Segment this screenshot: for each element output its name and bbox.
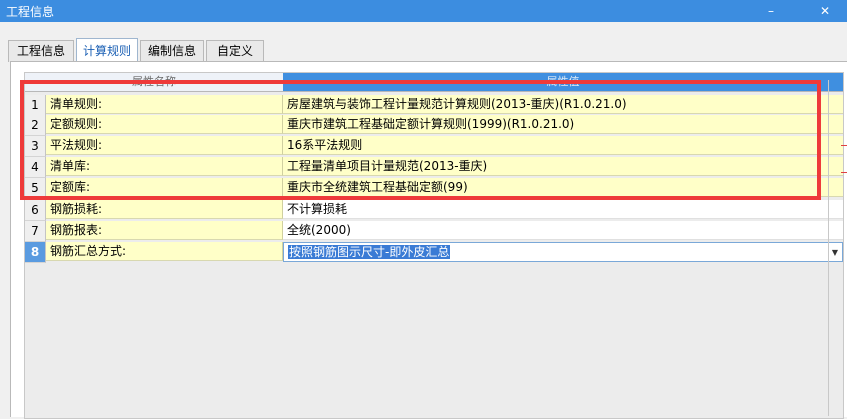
row-number: 5 xyxy=(25,178,46,199)
close-button[interactable]: ✕ xyxy=(816,2,834,20)
header-value[interactable]: 属性值 xyxy=(283,73,843,92)
property-value[interactable]: 重庆市建筑工程基础定额计算规则(1999)(R1.0.21.0) xyxy=(283,115,843,134)
row-number: 2 xyxy=(25,115,46,136)
tab-custom[interactable]: 自定义 xyxy=(206,40,264,62)
table-row[interactable]: 7 钢筋报表: 全统(2000) xyxy=(25,221,843,242)
row-number: 1 xyxy=(25,95,46,116)
table-row[interactable]: 1 清单规则: 房屋建筑与装饰工程计量规范计算规则(2013-重庆)(R1.0.… xyxy=(25,95,843,116)
rebar-summary-select[interactable]: 按照钢筋图示尺寸-即外皮汇总 ▼ xyxy=(283,242,843,262)
tab-calc-rules[interactable]: 计算规则 xyxy=(76,38,138,62)
grid-scroll-edge xyxy=(828,80,829,416)
property-name: 钢筋报表: xyxy=(46,221,283,240)
edge-marker xyxy=(841,145,847,146)
property-name: 定额库: xyxy=(46,178,283,197)
window-titlebar: 工程信息 – ✕ xyxy=(0,0,847,22)
table-row[interactable]: 6 钢筋损耗: 不计算损耗 xyxy=(25,200,843,221)
property-value[interactable]: 重庆市全统建筑工程基础定额(99) xyxy=(283,178,843,197)
property-name: 清单库: xyxy=(46,157,283,176)
row-number: 4 xyxy=(25,157,46,178)
property-value[interactable]: 工程量清单项目计量规范(2013-重庆) xyxy=(283,157,843,176)
window-title: 工程信息 xyxy=(6,5,55,19)
row-number: 7 xyxy=(25,221,46,242)
property-value[interactable]: 不计算损耗 xyxy=(283,200,843,219)
property-name: 清单规则: xyxy=(46,95,283,114)
property-grid: 属性名称 属性值 1 清单规则: 房屋建筑与装饰工程计量规范计算规则(2013-… xyxy=(24,72,844,419)
header-name[interactable]: 属性名称 xyxy=(25,73,283,92)
property-name: 定额规则: xyxy=(46,115,283,134)
table-row[interactable]: 4 清单库: 工程量清单项目计量规范(2013-重庆) xyxy=(25,157,843,178)
tab-compile-info[interactable]: 编制信息 xyxy=(140,40,204,62)
row-number: 8 xyxy=(25,242,46,263)
table-row[interactable]: 5 定额库: 重庆市全统建筑工程基础定额(99) xyxy=(25,178,843,199)
selected-value: 按照钢筋图示尺寸-即外皮汇总 xyxy=(288,245,451,259)
edge-marker xyxy=(841,172,847,173)
property-value[interactable]: 房屋建筑与装饰工程计量规范计算规则(2013-重庆)(R1.0.21.0) xyxy=(283,95,843,114)
property-value[interactable]: 16系平法规则 xyxy=(283,136,843,155)
tab-project-info[interactable]: 工程信息 xyxy=(8,40,74,62)
property-name: 钢筋汇总方式: xyxy=(46,242,283,261)
table-row[interactable]: 2 定额规则: 重庆市建筑工程基础定额计算规则(1999)(R1.0.21.0) xyxy=(25,115,843,136)
chevron-down-icon[interactable]: ▼ xyxy=(832,243,838,262)
property-value[interactable]: 全统(2000) xyxy=(283,221,843,240)
row-number: 3 xyxy=(25,136,46,157)
property-name: 钢筋损耗: xyxy=(46,200,283,219)
property-name: 平法规则: xyxy=(46,136,283,155)
table-row[interactable]: 3 平法规则: 16系平法规则 xyxy=(25,136,843,157)
table-row-selected[interactable]: 8 钢筋汇总方式: 按照钢筋图示尺寸-即外皮汇总 ▼ xyxy=(25,242,843,263)
tab-panel: 属性名称 属性值 1 清单规则: 房屋建筑与装饰工程计量规范计算规则(2013-… xyxy=(10,61,847,419)
row-number: 6 xyxy=(25,200,46,221)
minimize-button[interactable]: – xyxy=(762,2,780,20)
